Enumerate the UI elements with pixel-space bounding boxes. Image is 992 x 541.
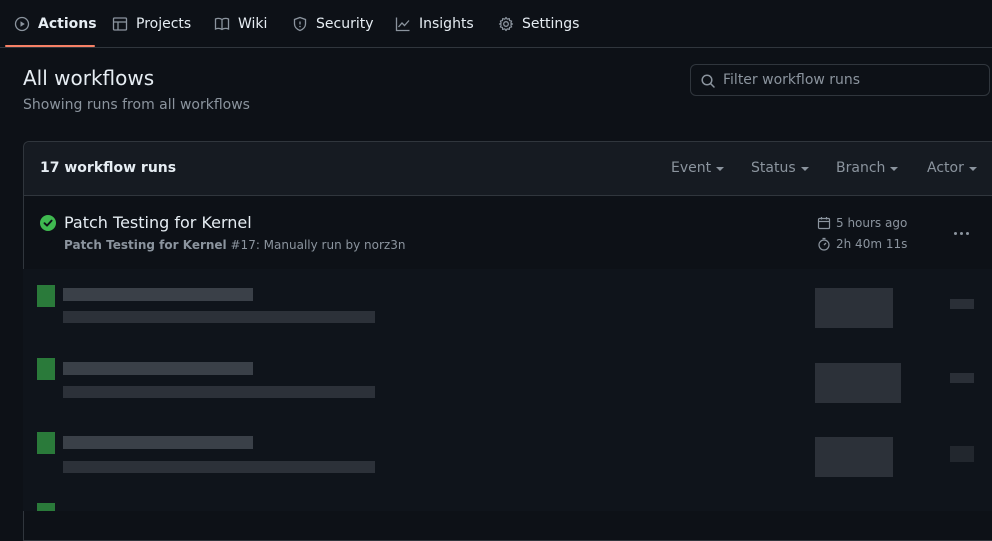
active-tab-indicator (5, 45, 95, 47)
runs-count: 17 workflow runs (40, 160, 177, 176)
tab-wiki[interactable]: Wiki (214, 0, 267, 48)
redacted-time (815, 288, 893, 328)
check-circle-icon (40, 215, 56, 231)
redacted-title (63, 288, 253, 301)
tab-settings[interactable]: Settings (498, 0, 579, 48)
redacted-title (63, 362, 253, 375)
tab-projects[interactable]: Projects (112, 0, 191, 48)
redacted-time (815, 437, 893, 477)
table-icon (112, 17, 128, 31)
run-title[interactable]: Patch Testing for Kernel (64, 213, 252, 232)
chevron-down-icon (890, 167, 899, 171)
redacted-time (815, 363, 901, 403)
stopwatch-icon (818, 237, 830, 251)
tab-projects-label: Projects (136, 16, 192, 32)
runs-list-header: 17 workflow runs Event Status Branch Act… (24, 142, 992, 196)
redacted-menu (950, 373, 974, 383)
tab-wiki-label: Wiki (238, 16, 268, 32)
run-detail: #17: Manually run by norz3n (226, 238, 406, 252)
filter-workflow-runs (690, 64, 990, 96)
chevron-down-icon (968, 167, 977, 171)
branch-filter-dropdown[interactable]: Branch (836, 160, 899, 176)
redacted-meta (63, 311, 375, 323)
kebab-menu-icon[interactable] (949, 225, 973, 241)
status-filter-dropdown[interactable]: Status (751, 160, 809, 176)
redacted-title (63, 436, 253, 449)
duration-label: 2h 40m 11s (836, 237, 908, 251)
time-ago-label: 5 hours ago (836, 216, 908, 230)
status-filter-label: Status (751, 160, 796, 176)
filter-input[interactable] (723, 65, 983, 95)
event-filter-dropdown[interactable]: Event (671, 160, 725, 176)
event-filter-label: Event (671, 160, 712, 176)
actor-filter-label: Actor (927, 160, 964, 176)
book-icon (214, 17, 230, 31)
branch-filter-label: Branch (836, 160, 886, 176)
actor-filter-dropdown[interactable]: Actor (927, 160, 977, 176)
redacted-status-icon (37, 285, 55, 307)
redacted-menu (950, 299, 974, 309)
search-icon (701, 74, 715, 88)
redacted-runs-area (23, 269, 992, 511)
tab-security[interactable]: Security (292, 0, 374, 48)
tab-settings-label: Settings (522, 16, 580, 32)
tab-insights-label: Insights (419, 16, 474, 32)
play-icon (14, 16, 30, 32)
graph-icon (395, 17, 410, 32)
shield-icon (293, 16, 307, 32)
repo-tab-nav: Actions Projects Wiki Security Insights … (0, 0, 992, 48)
redacted-meta (63, 461, 375, 473)
workflow-run-row[interactable]: Patch Testing for Kernel Patch Testing f… (24, 197, 992, 269)
run-time-ago: 5 hours ago (817, 216, 907, 230)
redacted-menu (950, 446, 974, 462)
redacted-status-icon (37, 503, 55, 511)
tab-actions-label: Actions (38, 16, 97, 32)
tab-security-label: Security (316, 16, 374, 32)
run-duration: 2h 40m 11s (817, 237, 907, 251)
page-subtitle: Showing runs from all workflows (23, 97, 250, 113)
redacted-meta (63, 386, 375, 398)
chevron-down-icon (716, 167, 725, 171)
page-title: All workflows (23, 66, 155, 90)
chevron-down-icon (800, 167, 809, 171)
gear-icon (498, 16, 514, 32)
calendar-icon (817, 217, 831, 230)
tab-actions[interactable]: Actions (14, 0, 97, 48)
redacted-status-icon (37, 432, 55, 454)
run-workflow-name: Patch Testing for Kernel (64, 238, 227, 252)
run-meta: Patch Testing for Kernel #17: Manually r… (64, 238, 405, 252)
redacted-status-icon (37, 358, 55, 380)
tab-insights[interactable]: Insights (395, 0, 474, 48)
